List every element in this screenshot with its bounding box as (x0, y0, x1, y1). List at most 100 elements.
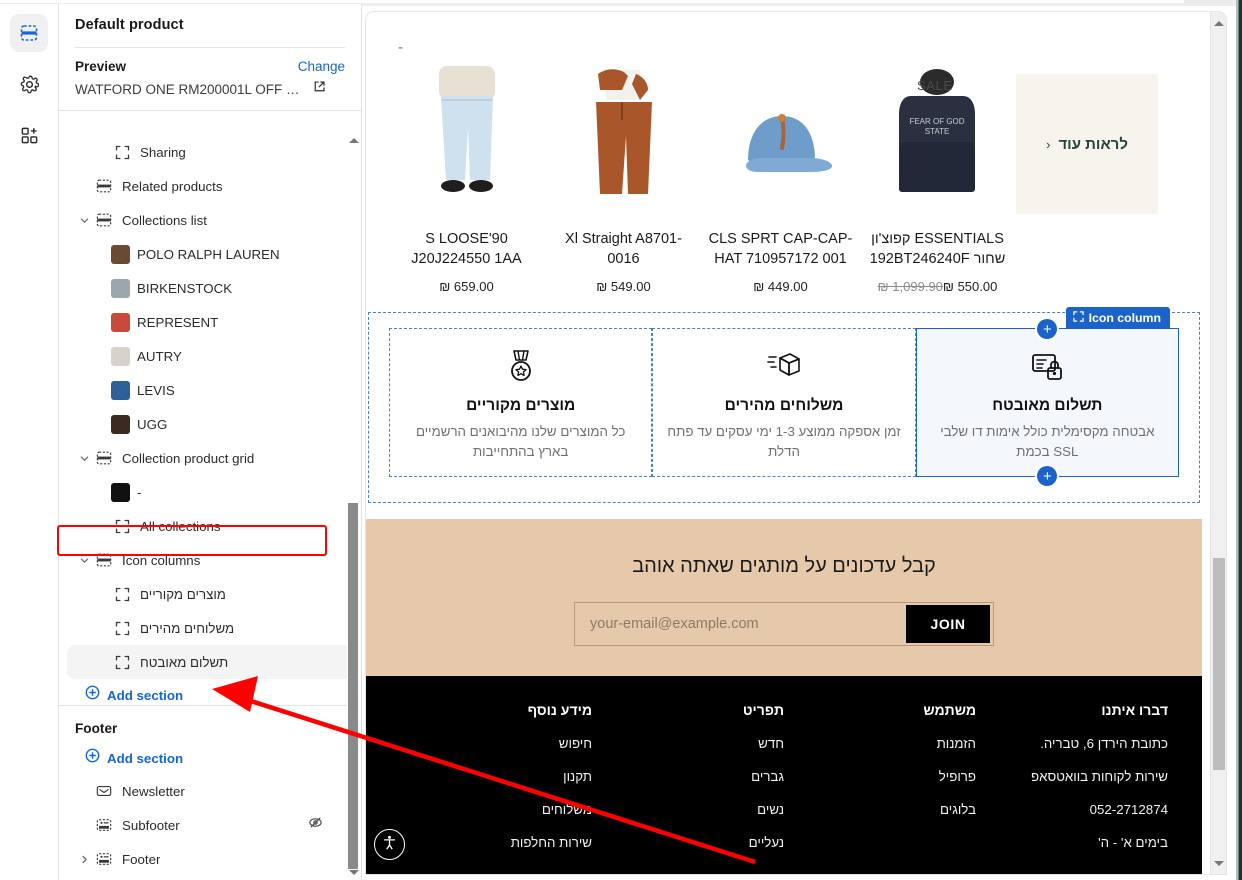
sidebar-item-0[interactable]: Sharing (67, 135, 354, 169)
scroll-down-arrow-icon[interactable] (348, 867, 359, 878)
window-right-edge (1236, 0, 1242, 880)
accessibility-person-icon (381, 834, 398, 856)
sidebar-scrollbar[interactable] (347, 133, 360, 880)
product-name: CLS SPRT CAP-CAP-HAT 710957172 001 (708, 231, 853, 267)
footer-item-2[interactable]: Footer (67, 842, 339, 876)
product-card[interactable]: Xl Straight A8701-0016 ₪ 549.00 (545, 64, 702, 294)
footer-link[interactable]: נשים (592, 802, 784, 817)
rail-apps-button[interactable] (10, 116, 48, 154)
icon-column[interactable]: משלוחים מהירים זמן אספקה ממוצע 1-3 ימי ע… (652, 328, 916, 477)
external-link-icon[interactable] (313, 80, 326, 98)
see-more-button[interactable]: לראות עוד ‹ (1016, 74, 1158, 214)
sidebar-item-3[interactable]: POLO RALPH LAUREN (67, 237, 354, 271)
footer-add-section-button[interactable]: Add section (59, 742, 347, 774)
accessibility-widget-button[interactable] (374, 829, 405, 860)
sidebar-item-label: Collection product grid (122, 450, 255, 466)
collection-thumbnail (111, 482, 130, 502)
footer-link[interactable]: הזמנות (784, 736, 976, 751)
product-card[interactable]: SALE FEAR OF GOD STATE ESSENTIALS קפוצ'ו… (859, 64, 1016, 294)
footer-column: דברו איתנו כתובת הירדן 6, טבריה. שירות ל… (976, 702, 1168, 868)
icon-column-title: משלוחים מהירים (724, 397, 844, 415)
sidebar-item-11[interactable]: All collections (67, 509, 354, 543)
sidebar-item-15[interactable]: תשלום מאובטח (67, 645, 354, 679)
icon-column[interactable]: מוצרים מקוריים כל המוצרים שלנו מהיבואנים… (389, 328, 653, 477)
product-price: ₪ 449.00 (753, 279, 808, 295)
preview-scrollbar[interactable] (1210, 12, 1226, 874)
sidebar-item-1[interactable]: Related products (67, 169, 354, 203)
footer-link[interactable]: תקנון (400, 769, 592, 784)
icon-column-selected[interactable]: Icon column + תשלום מאובטח אבטחה מקסימלי… (915, 307, 1179, 486)
rail-settings-button[interactable] (10, 65, 48, 103)
section-icon (93, 450, 115, 466)
footer-item-1[interactable]: Subfooter (67, 808, 339, 842)
icon-columns-section[interactable]: מוצרים מקוריים כל המוצרים שלנו מהיבואנים… (368, 307, 1200, 503)
newsletter-section[interactable]: קבל עדכונים על מותגים שאתה אוהב JOIN (366, 519, 1202, 676)
preview-product-name: WATFORD ONE RM200001L OFF WH... (75, 81, 305, 97)
left-icon-rail (0, 4, 59, 880)
sidebar-item-9[interactable]: Collection product grid (67, 441, 354, 475)
section-icon (93, 552, 115, 568)
footer-link[interactable]: נעליים (592, 835, 784, 850)
sidebar-item-2[interactable]: Collections list (67, 203, 354, 237)
sidebar-item-6[interactable]: AUTRY (67, 339, 354, 373)
rail-sections-button[interactable] (10, 14, 48, 52)
footer-item-label: Footer (122, 851, 161, 867)
sidebar-item-7[interactable]: LEVIS (67, 373, 354, 407)
footer-link[interactable]: בימים א' - ה' (976, 835, 1168, 850)
product-card[interactable]: CLS SPRT CAP-CAP-HAT 710957172 001 ₪ 449… (702, 64, 859, 294)
footer-link[interactable]: 052-2712874 (976, 802, 1168, 817)
sidebar-scrollbar-thumb[interactable] (348, 503, 358, 869)
sidebar-item-label: All collections (140, 518, 221, 534)
product-card[interactable]: S LOOSE'90 J20J224550 1AA ₪ 659.00 (388, 64, 545, 294)
newsletter-email-input[interactable] (578, 616, 906, 632)
sidebar-item-label: Collections list (122, 212, 207, 228)
sidebar-item-13[interactable]: מוצרים מקוריים (67, 577, 354, 611)
secure-payment-lock-icon (931, 347, 1164, 385)
product-name: S LOOSE'90 J20J224550 1AA (411, 231, 522, 267)
sidebar-item-5[interactable]: REPRESENT (67, 305, 354, 339)
footer-item-0[interactable]: Newsletter (67, 774, 339, 808)
sidebar-item-label: Icon columns (122, 552, 201, 568)
scroll-up-arrow-icon[interactable] (348, 135, 359, 146)
change-preview-link[interactable]: Change (298, 59, 345, 74)
footer-link[interactable]: שירות החלפות (400, 835, 592, 850)
preview-scrollbar-thumb[interactable] (1213, 558, 1225, 770)
product-name: Xl Straight A8701-0016 (565, 231, 682, 267)
section-tree: Sharing Related products Collections list P… (59, 133, 361, 705)
see-more-card[interactable]: לראות עוד ‹ (1016, 64, 1173, 294)
add-block-above-button[interactable]: + (1037, 319, 1058, 340)
footer-link[interactable]: חיפוש (400, 736, 592, 751)
footer-link[interactable]: משלוחים (400, 802, 592, 817)
footer-link[interactable]: שירות לקוחות בוואטסאפ (976, 769, 1168, 784)
product-grid: S LOOSE'90 J20J224550 1AA ₪ 659.00 Xl St… (366, 64, 1202, 294)
footer-link[interactable]: פרופיל (784, 769, 976, 784)
sidebar-item-14[interactable]: משלוחים מהירים (67, 611, 354, 645)
chevron-down-icon[interactable] (75, 215, 93, 226)
sidebar-item-8[interactable]: UGG (67, 407, 354, 441)
sidebar-item-4[interactable]: BIRKENSTOCK (67, 271, 354, 305)
scroll-down-arrow-icon[interactable] (1214, 858, 1224, 868)
fast-box-icon (667, 347, 900, 385)
chevron-down-icon[interactable] (75, 555, 93, 566)
collection-thumbnail (111, 414, 130, 434)
footer-column-title: דברו איתנו (1101, 702, 1168, 718)
chevron-right-icon[interactable] (75, 854, 93, 865)
scroll-up-arrow-icon[interactable] (1214, 18, 1224, 28)
footer-link[interactable]: חדש (592, 736, 784, 751)
product-image (545, 64, 702, 214)
sidebar-item-10[interactable]: - (67, 475, 354, 509)
newsletter-join-button[interactable]: JOIN (906, 605, 990, 643)
newsletter-heading: קבל עדכונים על מותגים שאתה אוהב (632, 555, 936, 577)
add-section-button[interactable]: Add section (59, 679, 361, 705)
sidebar-item-12[interactable]: Icon columns (67, 543, 354, 577)
footer-column-title: משתמש (923, 702, 976, 718)
icon-column-title: תשלום מאובטח (992, 397, 1103, 415)
chevron-down-icon[interactable] (75, 453, 93, 464)
footer-link[interactable]: בלוגים (784, 802, 976, 817)
footer-group-title: Footer (75, 721, 118, 736)
footer-link[interactable]: כתובת הירדן 6, טבריה. (976, 736, 1168, 751)
hidden-eye-icon[interactable] (308, 815, 323, 835)
add-block-below-button[interactable]: + (1037, 466, 1058, 486)
footer-link[interactable]: גברים (592, 769, 784, 784)
sidebar-item-label: AUTRY (137, 348, 182, 364)
